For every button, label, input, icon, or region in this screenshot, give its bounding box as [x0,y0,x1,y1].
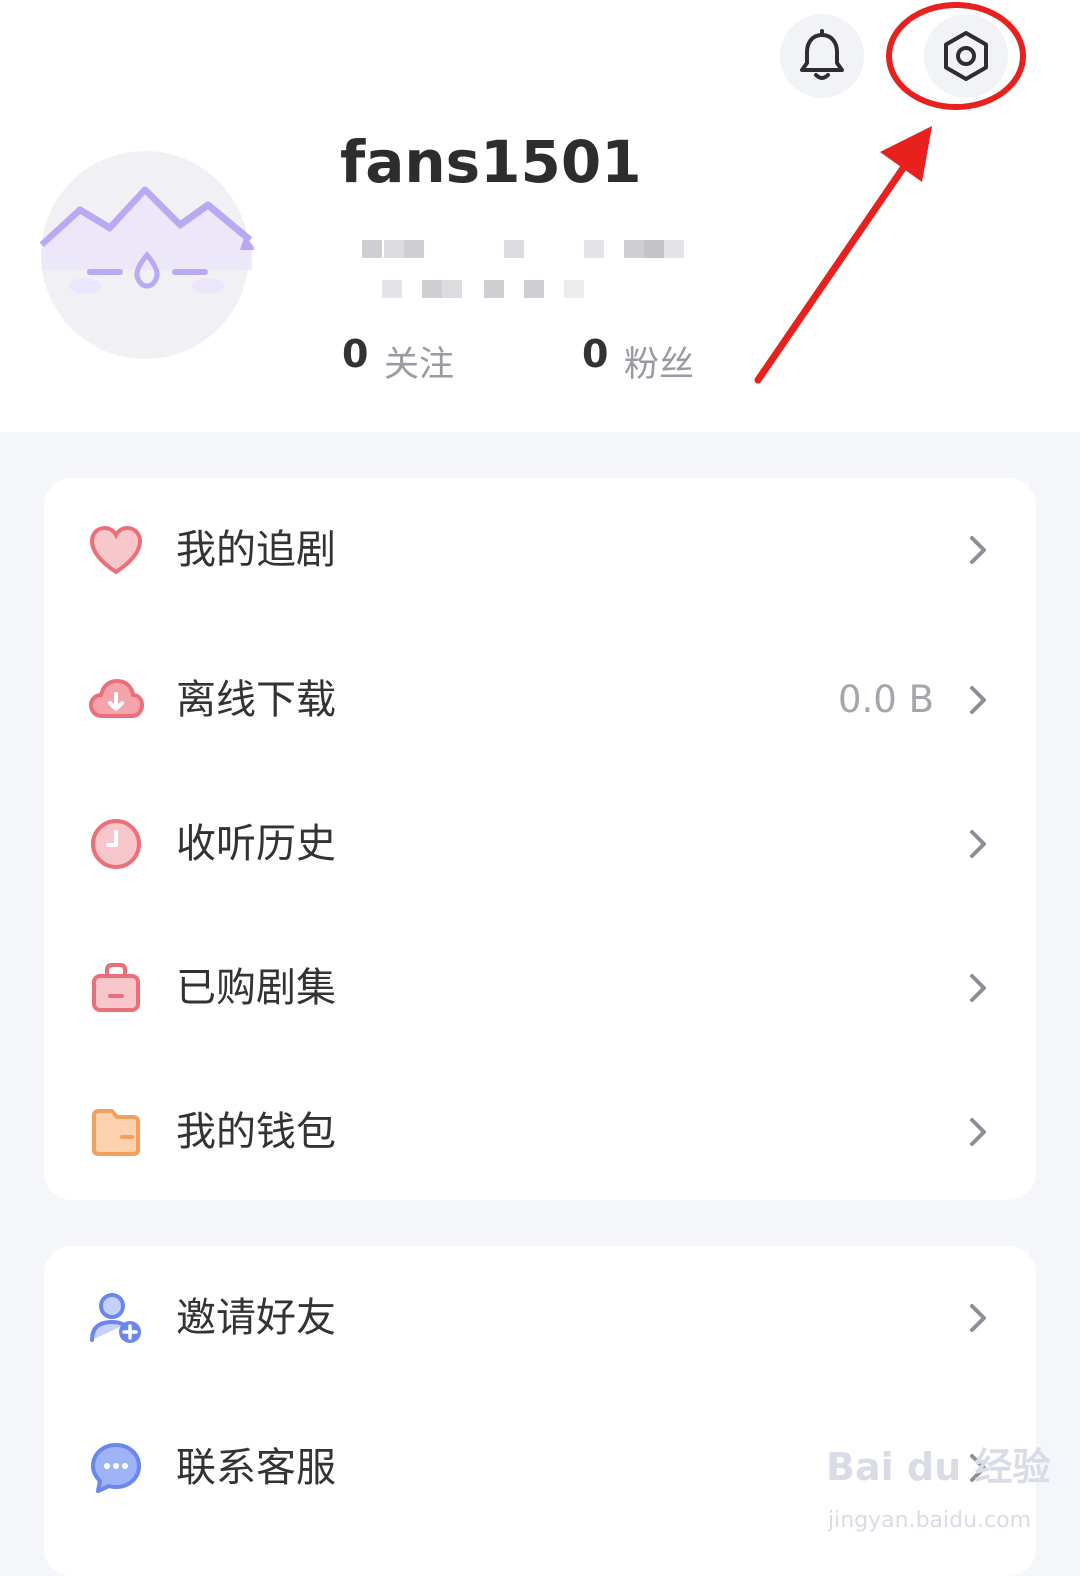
menu-item-label: 离线下载 [176,677,336,723]
shopping-bag-icon [92,963,140,1012]
username: fans1501 [340,128,642,196]
fans-label[interactable]: 粉丝 [624,336,694,387]
menu-item-label: 已购剧集 [176,965,336,1011]
menu-card-main: 我的追剧 离线下载 0.0 B 收听历史 已购剧集 我的钱包 [44,478,1036,1200]
chevron-right-icon [970,536,986,564]
chevron-right-icon [970,830,986,858]
menu-item-label: 收听历史 [176,821,336,867]
annotation-circle [886,2,1026,110]
heart-icon [89,525,143,575]
chevron-right-icon [970,1304,986,1332]
menu-item-label: 邀请好友 [176,1295,336,1341]
menu-item-wallet[interactable]: 我的钱包 [44,1060,1036,1204]
wallet-icon [92,1109,140,1156]
profile-header: fans1501 0 关注 0 粉丝 [0,0,1080,432]
menu-item-label: 我的追剧 [176,527,336,573]
bell-icon [800,29,844,80]
chat-bubble-icon [91,1443,141,1493]
chevron-right-icon [970,686,986,714]
menu-item-listen-history[interactable]: 收听历史 [44,772,1036,916]
notification-button[interactable] [780,14,864,98]
fans-count[interactable]: 0 [582,332,608,376]
menu-item-label: 联系客服 [176,1445,336,1491]
following-count[interactable]: 0 [342,332,368,376]
watermark-brand: Bai du 经验 [826,1445,1051,1489]
cloud-download-icon [88,678,144,718]
menu-item-purchased[interactable]: 已购剧集 [44,916,1036,1060]
avatar[interactable] [39,150,256,360]
following-label[interactable]: 关注 [384,336,454,387]
menu-item-invite-friends[interactable]: 邀请好友 [44,1246,1036,1390]
menu-item-offline-download[interactable]: 离线下载 0.0 B [44,628,1036,772]
add-user-icon [90,1293,141,1343]
clock-icon [91,819,141,869]
download-size-value: 0.0 B [838,678,934,721]
menu-item-my-dramas[interactable]: 我的追剧 [44,478,1036,622]
watermark-url: jingyan.baidu.com [828,1508,1032,1533]
chevron-right-icon [970,974,986,1002]
chevron-right-icon [970,1118,986,1146]
menu-item-label: 我的钱包 [176,1109,336,1155]
